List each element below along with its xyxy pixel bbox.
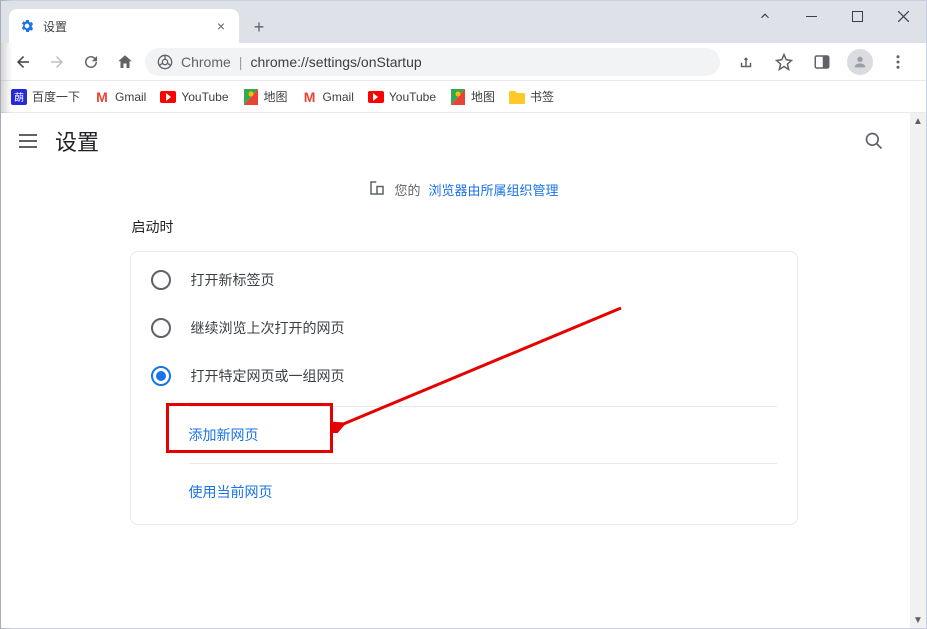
bookmark-label: 百度一下 <box>32 88 80 105</box>
window-controls <box>742 1 926 31</box>
radio-icon <box>151 270 171 290</box>
omnibox-divider: | <box>239 54 243 70</box>
window-close-button[interactable] <box>880 1 926 31</box>
gear-icon <box>19 18 35 34</box>
bookmark-item[interactable]: 地图 <box>450 88 495 105</box>
reload-button[interactable] <box>77 48 105 76</box>
site-label: Chrome <box>181 54 231 70</box>
profile-avatar[interactable] <box>846 48 874 76</box>
settings-title: 设置 <box>55 125 99 157</box>
option-label: 打开新标签页 <box>191 270 275 290</box>
address-bar: Chrome | chrome://settings/onStartup <box>1 43 926 81</box>
titlebar: 设置 × + <box>1 1 926 43</box>
section-title: 启动时 <box>130 209 798 251</box>
bookmark-label: YouTube <box>181 90 228 104</box>
option-label: 继续浏览上次打开的网页 <box>191 318 345 338</box>
bookmark-item[interactable]: YouTube <box>368 89 436 105</box>
bookmark-item[interactable]: 蓢百度一下 <box>11 88 80 105</box>
new-tab-button[interactable]: + <box>245 13 273 41</box>
tab-close-icon[interactable]: × <box>213 18 229 34</box>
url-text: chrome://settings/onStartup <box>250 54 421 70</box>
settings-header: 设置 <box>1 113 926 169</box>
site-info[interactable]: Chrome <box>157 54 231 70</box>
tab-title: 设置 <box>43 18 205 35</box>
bookmarks-bar: 蓢百度一下 M Gmail YouTube 地图 M Gmail YouTube 地图 书签 <box>1 81 926 113</box>
managed-prefix: 您的 <box>394 180 420 199</box>
settings-body: 启动时 打开新标签页 继续浏览上次打开的网页 打开特定网页或一组网页 添加新网页… <box>1 209 926 545</box>
page-content: ▲ ▼ 设置 您的浏览器由所属组织管理 启动时 打开新标签页 继续浏览上次打开的… <box>1 113 926 628</box>
tab-search-icon[interactable] <box>742 1 788 31</box>
bookmark-label: YouTube <box>389 90 436 104</box>
bookmark-item[interactable]: 书签 <box>509 88 554 105</box>
bookmark-label: 地图 <box>264 88 288 105</box>
share-icon[interactable] <box>732 48 760 76</box>
add-new-page-link[interactable]: 添加新网页 <box>189 407 777 463</box>
youtube-icon <box>160 89 176 105</box>
back-button[interactable] <box>9 48 37 76</box>
bookmark-label: Gmail <box>323 90 354 104</box>
maps-icon <box>243 89 259 105</box>
scrollbar[interactable]: ▲ ▼ <box>910 113 926 628</box>
home-button[interactable] <box>111 48 139 76</box>
gmail-icon: M <box>94 89 110 105</box>
use-current-pages-link[interactable]: 使用当前网页 <box>189 463 777 520</box>
option-continue[interactable]: 继续浏览上次打开的网页 <box>131 304 797 352</box>
option-label: 打开特定网页或一组网页 <box>191 366 345 386</box>
baidu-icon: 蓢 <box>11 89 27 105</box>
bookmark-item[interactable]: YouTube <box>160 89 228 105</box>
window-maximize-button[interactable] <box>834 1 880 31</box>
radio-icon <box>151 318 171 338</box>
folder-icon <box>509 89 525 105</box>
hamburger-menu-icon[interactable] <box>19 134 37 148</box>
search-icon[interactable] <box>860 127 888 155</box>
maps-icon <box>450 89 466 105</box>
specific-pages-actions: 添加新网页 使用当前网页 <box>189 406 777 520</box>
kebab-menu-icon[interactable] <box>884 48 912 76</box>
bookmark-label: Gmail <box>115 90 146 104</box>
forward-button[interactable] <box>43 48 71 76</box>
bookmark-item[interactable]: 地图 <box>243 88 288 105</box>
bookmark-label: 地图 <box>471 88 495 105</box>
side-panel-icon[interactable] <box>808 48 836 76</box>
domain-icon <box>368 179 386 200</box>
option-specific-pages[interactable]: 打开特定网页或一组网页 <box>131 352 797 400</box>
toolbar-right <box>726 48 918 76</box>
gmail-icon: M <box>302 89 318 105</box>
chrome-icon <box>157 54 173 70</box>
managed-by-org: 您的浏览器由所属组织管理 <box>1 169 926 209</box>
bookmark-label: 书签 <box>530 88 554 105</box>
youtube-icon <box>368 89 384 105</box>
scroll-down-icon[interactable]: ▼ <box>910 612 926 628</box>
omnibox[interactable]: Chrome | chrome://settings/onStartup <box>145 48 720 76</box>
option-new-tab[interactable]: 打开新标签页 <box>131 256 797 304</box>
browser-window: 设置 × + Chrome | chrome://settings/onStar… <box>0 0 927 629</box>
bookmark-item[interactable]: M Gmail <box>94 89 146 105</box>
bookmark-star-icon[interactable] <box>770 48 798 76</box>
radio-icon-selected <box>151 366 171 386</box>
browser-tab[interactable]: 设置 × <box>9 9 239 43</box>
window-minimize-button[interactable] <box>788 1 834 31</box>
scroll-up-icon[interactable]: ▲ <box>910 113 926 129</box>
managed-link[interactable]: 浏览器由所属组织管理 <box>429 180 559 199</box>
startup-card: 打开新标签页 继续浏览上次打开的网页 打开特定网页或一组网页 添加新网页 使用当… <box>130 251 798 525</box>
bookmark-item[interactable]: M Gmail <box>302 89 354 105</box>
